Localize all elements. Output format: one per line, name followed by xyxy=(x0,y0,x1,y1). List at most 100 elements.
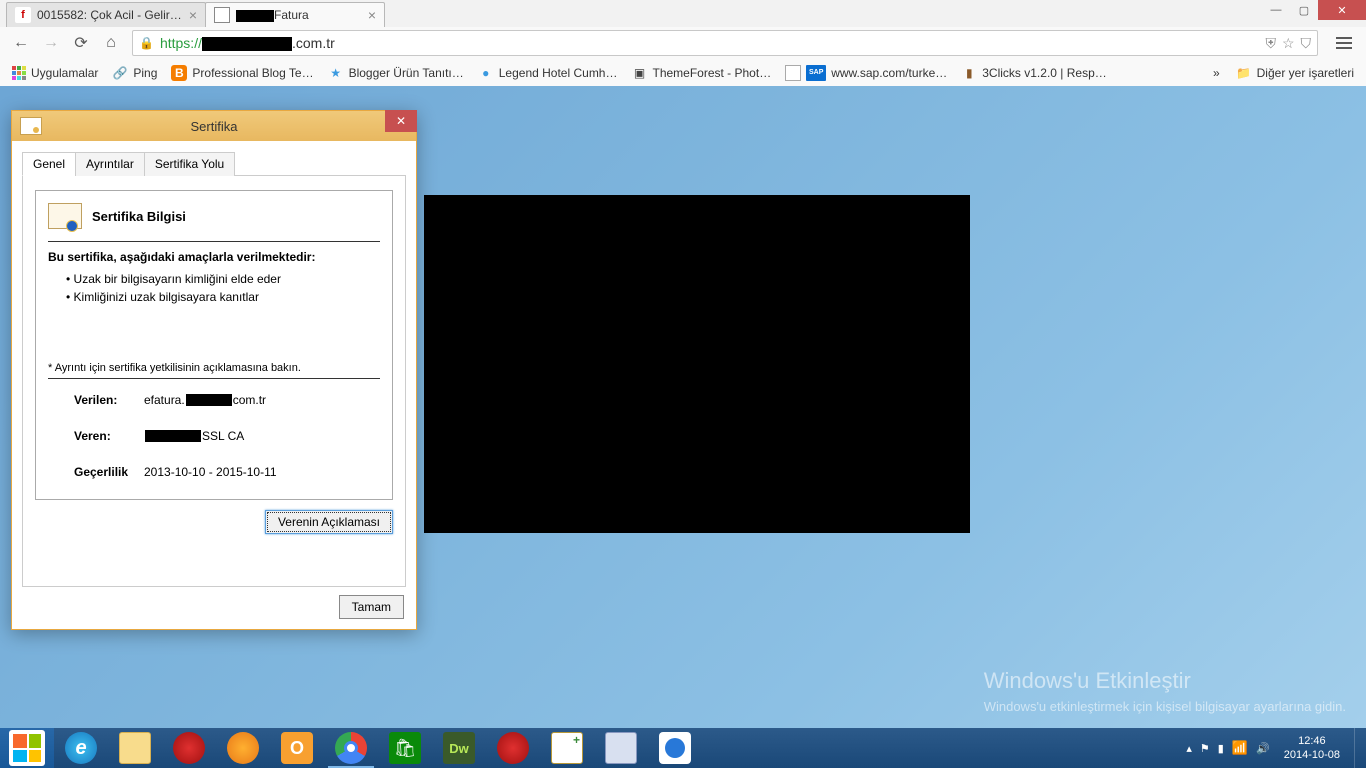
teamviewer-icon xyxy=(659,732,691,764)
validity-value: 2013-10-10 - 2015-10-11 xyxy=(144,465,277,479)
date: 2014-10-08 xyxy=(1284,748,1340,762)
apps-label: Uygulamalar xyxy=(31,66,98,80)
purpose-list: Uzak bir bilgisayarın kimliğini elde ede… xyxy=(48,270,380,306)
globe-icon: ● xyxy=(478,65,494,81)
bookmark-legend[interactable]: ●Legend Hotel Cumh… xyxy=(472,63,624,83)
apps-grid-icon xyxy=(12,66,26,80)
apps-button[interactable]: Uygulamalar xyxy=(6,64,104,82)
document-icon xyxy=(785,65,801,81)
close-icon[interactable]: × xyxy=(189,8,197,22)
taskbar: O 🛍 Dw ▴ ⚑ ▮ 📶 🔊 12:46 2014-10-08 xyxy=(0,728,1366,768)
taskbar-app-orange[interactable] xyxy=(216,728,270,768)
watermark-title: Windows'u Etkinleştir xyxy=(984,668,1346,694)
bookmarks-overflow[interactable]: » xyxy=(1205,66,1228,80)
taskbar-opera[interactable] xyxy=(162,728,216,768)
star-icon: ★ xyxy=(328,65,344,81)
shield-outline-icon[interactable]: ⛉ xyxy=(1301,35,1312,52)
calculator-icon xyxy=(605,732,637,764)
url-text: https://.com.tr xyxy=(160,35,335,51)
star-icon[interactable]: ☆ xyxy=(1282,35,1295,52)
taskbar-notepad[interactable] xyxy=(540,728,594,768)
window-controls: — ▢ ✕ xyxy=(1262,0,1366,20)
browser-tab-2[interactable]: Fatura × xyxy=(205,2,385,27)
close-button[interactable]: ✕ xyxy=(385,110,417,132)
wifi-icon[interactable]: 📶 xyxy=(1232,740,1248,756)
volume-icon[interactable]: 🔊 xyxy=(1256,742,1270,755)
page-action-icons: ⛨ ☆ ⛉ xyxy=(1265,35,1311,52)
forward-button[interactable]: → xyxy=(38,30,64,56)
close-icon[interactable]: × xyxy=(368,8,376,22)
home-button[interactable]: ⌂ xyxy=(98,30,124,56)
tab-panel-general: Sertifika Bilgisi Bu sertifika, aşağıdak… xyxy=(22,176,406,587)
dialog-titlebar[interactable]: Sertifika ✕ xyxy=(12,111,416,141)
issuer-label: Veren: xyxy=(74,429,144,443)
favicon-icon: f xyxy=(15,7,31,23)
taskbar-explorer[interactable] xyxy=(108,728,162,768)
tab-strip: f 0015582: Çok Acil - Gelir İd × Fatura … xyxy=(0,0,1366,27)
taskbar-teamviewer[interactable] xyxy=(648,728,702,768)
opera-icon xyxy=(497,732,529,764)
clock[interactable]: 12:46 2014-10-08 xyxy=(1278,734,1346,763)
tab-title: Fatura xyxy=(236,8,362,22)
activation-watermark: Windows'u Etkinleştir Windows'u etkinleş… xyxy=(984,668,1346,716)
dialog-body: Genel Ayrıntılar Sertifika Yolu Sertifik… xyxy=(12,141,416,629)
browser-chrome: f 0015582: Çok Acil - Gelir İd × Fatura … xyxy=(0,0,1366,86)
outlook-icon: O xyxy=(281,732,313,764)
browser-tab-1[interactable]: f 0015582: Çok Acil - Gelir İd × xyxy=(6,2,206,27)
folder-icon: 📁 xyxy=(1236,65,1252,81)
dreamweaver-icon: Dw xyxy=(443,732,475,764)
taskbar-store[interactable]: 🛍 xyxy=(378,728,432,768)
issued-to-value: efatura.com.tr xyxy=(144,393,266,407)
bookmark-ping[interactable]: 🔗Ping xyxy=(106,63,163,83)
taskbar-opera-2[interactable] xyxy=(486,728,540,768)
certificate-icon xyxy=(20,117,42,135)
maximize-button[interactable]: ▢ xyxy=(1290,0,1318,20)
bookmark-sap[interactable]: SAPwww.sap.com/turke… xyxy=(779,63,953,83)
opera-icon xyxy=(173,732,205,764)
store-icon: 🛍 xyxy=(389,732,421,764)
tab-cert-path[interactable]: Sertifika Yolu xyxy=(144,152,235,176)
purpose-item: Kimliğinizi uzak bilgisayara kanıtlar xyxy=(66,288,380,306)
issuer-value: SSL CA xyxy=(144,429,244,443)
taskbar-calculator[interactable] xyxy=(594,728,648,768)
document-icon xyxy=(214,7,230,23)
notepad-icon xyxy=(551,732,583,764)
tab-title: 0015582: Çok Acil - Gelir İd xyxy=(37,8,183,22)
certificate-info-box: Sertifika Bilgisi Bu sertifika, aşağıdak… xyxy=(35,190,393,500)
flag-icon[interactable]: ⚑ xyxy=(1200,742,1210,755)
blogger-icon: B xyxy=(171,65,187,81)
start-button[interactable] xyxy=(0,728,54,768)
tab-details[interactable]: Ayrıntılar xyxy=(75,152,145,176)
ie-icon xyxy=(65,732,97,764)
battery-icon[interactable]: ▮ xyxy=(1218,742,1224,755)
certificate-icon xyxy=(48,203,82,229)
issuer-statement-button[interactable]: Verenin Açıklaması xyxy=(265,510,393,534)
back-button[interactable]: ← xyxy=(8,30,34,56)
bookmarks-bar: Uygulamalar 🔗Ping BProfessional Blog Te…… xyxy=(0,59,1366,86)
other-bookmarks[interactable]: 📁Diğer yer işaretleri xyxy=(1230,63,1360,83)
bookmark-blogger-urun[interactable]: ★Blogger Ürün Tanıtı… xyxy=(322,63,470,83)
bookmark-3clicks[interactable]: ▮3Clicks v1.2.0 | Resp… xyxy=(955,63,1113,83)
certificate-dialog: Sertifika ✕ Genel Ayrıntılar Sertifika Y… xyxy=(11,110,417,630)
link-icon: 🔗 xyxy=(112,65,128,81)
taskbar-ie[interactable] xyxy=(54,728,108,768)
shield-icon[interactable]: ⛨ xyxy=(1265,35,1276,52)
sap-icon: SAP xyxy=(806,65,826,81)
tab-general[interactable]: Genel xyxy=(22,152,76,176)
dialog-tabs: Genel Ayrıntılar Sertifika Yolu xyxy=(22,151,406,176)
bookmark-blog[interactable]: BProfessional Blog Te… xyxy=(165,63,319,83)
reload-button[interactable]: ⟳ xyxy=(68,30,94,56)
minimize-button[interactable]: — xyxy=(1262,0,1290,20)
taskbar-dreamweaver[interactable]: Dw xyxy=(432,728,486,768)
watermark-subtitle: Windows'u etkinleştirmek için kişisel bi… xyxy=(984,698,1346,716)
menu-button[interactable] xyxy=(1330,30,1358,56)
address-bar[interactable]: 🔒 https://.com.tr ⛨ ☆ ⛉ xyxy=(132,30,1318,56)
bookmark-themeforest[interactable]: ▣ThemeForest - Phot… xyxy=(625,63,777,83)
validity-label: Geçerlilik xyxy=(74,465,144,479)
show-desktop-button[interactable] xyxy=(1354,728,1362,768)
close-button[interactable]: ✕ xyxy=(1318,0,1366,20)
taskbar-outlook[interactable]: O xyxy=(270,728,324,768)
taskbar-chrome[interactable] xyxy=(324,728,378,768)
ok-button[interactable]: Tamam xyxy=(339,595,404,619)
tray-overflow-icon[interactable]: ▴ xyxy=(1186,742,1192,755)
